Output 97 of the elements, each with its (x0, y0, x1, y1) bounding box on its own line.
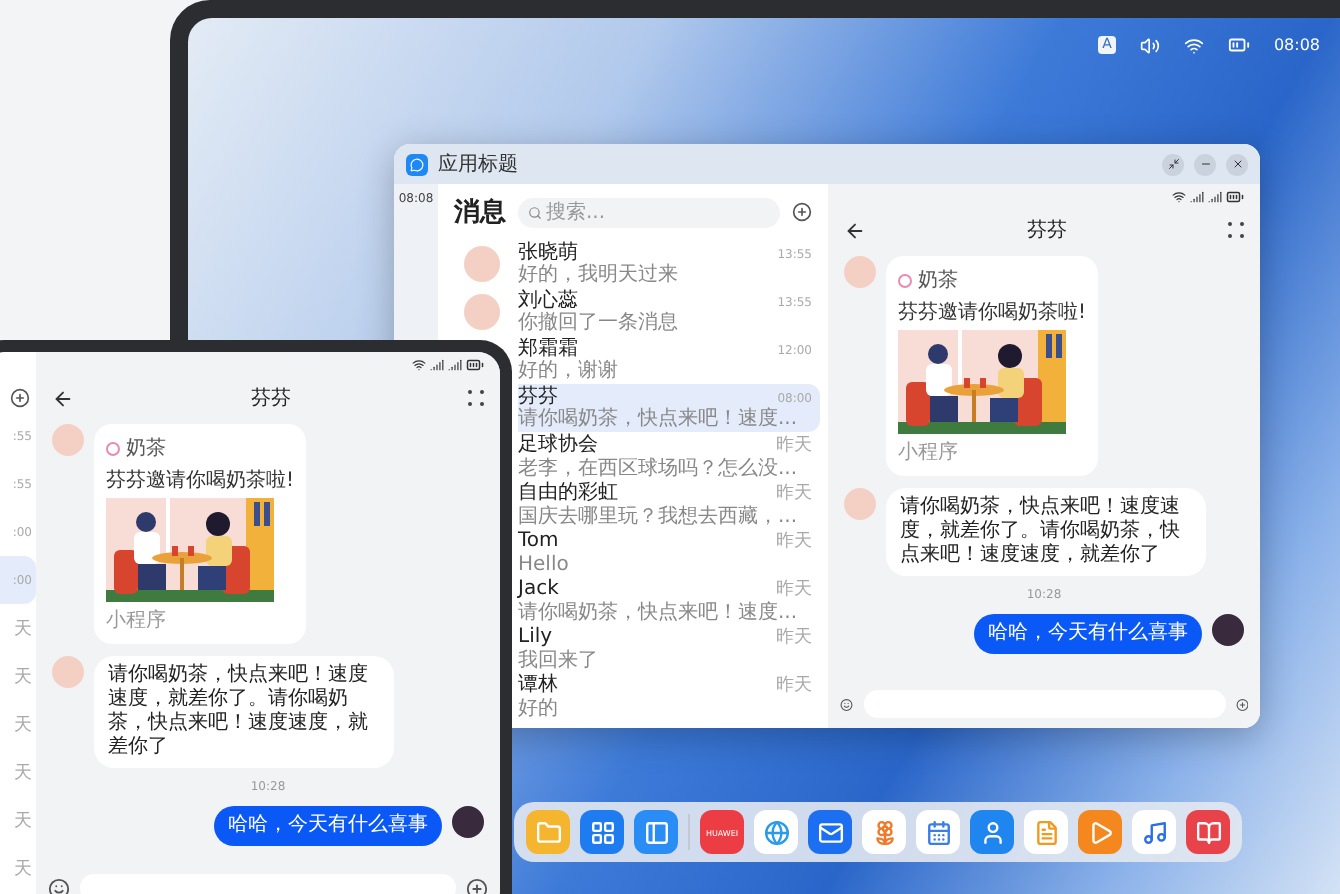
message-time: 昨天 (776, 673, 812, 698)
signal-icon (1208, 189, 1222, 203)
close-icon (1231, 158, 1243, 170)
search-field[interactable]: 搜索... (518, 197, 780, 227)
calendar-icon[interactable] (916, 810, 960, 854)
mail-icon[interactable] (808, 810, 852, 854)
back-icon[interactable] (844, 219, 866, 241)
battery-icon (466, 355, 484, 373)
avatar (52, 656, 84, 688)
message-preview: 好的，谢谢 (518, 360, 620, 382)
contact-name: 刘心蕊 (518, 290, 578, 312)
message-time: 昨天 (776, 433, 812, 458)
emoji-icon[interactable] (48, 877, 70, 894)
book-icon[interactable] (1186, 810, 1230, 854)
minimize-button[interactable] (1194, 153, 1216, 175)
add-icon[interactable] (10, 388, 30, 408)
card-text: 芬芬邀请你喝奶茶啦! (898, 299, 1087, 326)
avatar (452, 806, 484, 838)
conversation-item[interactable]: 谭林 昨天 好的 (518, 672, 820, 720)
app-icon (406, 153, 428, 175)
mini-program-card[interactable]: 奶茶 芬芬邀请你喝奶茶啦! 小程序 (886, 256, 1099, 476)
search-icon (528, 205, 542, 219)
message-preview: 请你喝奶茶，快点来吧！速度... (518, 602, 800, 624)
conversation-item[interactable]: Tom 昨天 Hello (518, 528, 820, 576)
four-dots-icon[interactable] (468, 390, 484, 406)
list-title: 消息 (454, 196, 506, 230)
app-name: 奶茶 (918, 267, 958, 294)
message-bubble: 请你喝奶茶，快点来吧！速度速度，就差你了。请你喝奶茶，快点来吧！速度速度，就差你了 (94, 656, 394, 768)
back-icon[interactable] (52, 387, 74, 409)
message-preview: 好的，我明天过来 (518, 264, 680, 286)
contact-name: 郑霜霜 (518, 338, 578, 360)
contact-name: 自由的彩虹 (518, 482, 618, 504)
message-preview: 我回来了 (518, 650, 600, 672)
volume-icon[interactable] (1139, 35, 1160, 55)
avatar (52, 424, 84, 456)
message-time: 昨天 (776, 625, 812, 650)
message-bubble: 请你喝奶茶，快点来吧！速度速度，就差你了。请你喝奶茶，快点来吧！速度速度，就差你了 (886, 488, 1206, 576)
add-icon[interactable] (792, 202, 812, 222)
message-time: 昨天 (776, 481, 812, 506)
clock: 08:08 (1273, 36, 1320, 54)
battery-icon (1226, 187, 1244, 205)
chat-title: 芬芬 (1027, 217, 1067, 244)
message-time: 昨天 (776, 577, 812, 601)
battery-icon[interactable] (1227, 34, 1250, 56)
message-bubble: 哈哈，今天有什么喜事 (974, 614, 1202, 654)
chat-title: 芬芬 (251, 385, 291, 412)
window-title: 应用标题 (438, 151, 520, 178)
card-footer: 小程序 (106, 606, 295, 634)
contact-name: Tom (518, 530, 559, 552)
grid-icon[interactable] (580, 810, 624, 854)
signal-icon (1190, 189, 1204, 203)
card-footer: 小程序 (898, 438, 1087, 466)
restore-button[interactable] (1162, 153, 1184, 175)
add-icon[interactable] (1235, 693, 1248, 715)
close-button[interactable] (1226, 153, 1248, 175)
app-name: 奶茶 (126, 435, 166, 462)
message-bubble: 哈哈，今天有什么喜事 (214, 806, 442, 846)
avatar (844, 256, 876, 288)
four-dots-icon[interactable] (1228, 222, 1244, 238)
mini-program-card[interactable]: 奶茶 芬芬邀请你喝奶茶啦! 小程序 (94, 424, 307, 644)
panel-icon[interactable] (634, 810, 678, 854)
contact-name: Lily (518, 626, 553, 648)
message-preview: Hello (518, 554, 571, 576)
message-time: 昨天 (776, 529, 812, 554)
avatar (844, 488, 876, 520)
contact-name: 张晓萌 (518, 242, 578, 264)
signal-icon (448, 357, 462, 371)
emoji-icon[interactable] (840, 693, 853, 715)
wifi-icon[interactable] (1183, 35, 1204, 55)
contact-name: 谭林 (518, 674, 558, 696)
card-text: 芬芬邀请你喝奶茶啦! (106, 467, 295, 494)
wifi-icon (1172, 189, 1186, 203)
music-note-icon[interactable] (1132, 810, 1176, 854)
message-preview: 你撤回了一条消息 (518, 312, 680, 334)
person-icon[interactable] (970, 810, 1014, 854)
play-icon[interactable] (1078, 810, 1122, 854)
wifi-icon (412, 357, 426, 371)
contact-name: Jack (518, 578, 559, 600)
add-icon[interactable] (466, 877, 488, 894)
message-preview: 请你喝奶茶，快点来吧！速度... (518, 408, 800, 430)
contact-name: 芬芬 (518, 386, 558, 408)
flower-icon[interactable] (862, 810, 906, 854)
app-logo-icon (106, 441, 120, 455)
conversation-item[interactable]: Lily 昨天 我回来了 (518, 624, 820, 672)
message-preview: 好的 (518, 698, 560, 720)
app-logo-icon (898, 273, 912, 287)
globe-icon[interactable] (754, 810, 798, 854)
conversation-item[interactable]: 自由的彩虹 昨天 国庆去哪里玩？我想去西藏，... (518, 480, 820, 528)
message-preview: 国庆去哪里玩？我想去西藏，... (518, 506, 800, 528)
contact-name: 足球协会 (518, 434, 598, 456)
conversation-item[interactable]: Jack 昨天 请你喝奶茶，快点来吧！速度... (518, 576, 820, 624)
restore-icon (1167, 158, 1179, 170)
message-preview: 老李，在西区球场吗？怎么没... (518, 458, 800, 480)
signal-icon (430, 357, 444, 371)
avatar (1212, 614, 1244, 646)
minimize-icon (1199, 158, 1211, 170)
conversation-item[interactable]: 足球协会 昨天 老李，在西区球场吗？怎么没... (518, 432, 820, 480)
